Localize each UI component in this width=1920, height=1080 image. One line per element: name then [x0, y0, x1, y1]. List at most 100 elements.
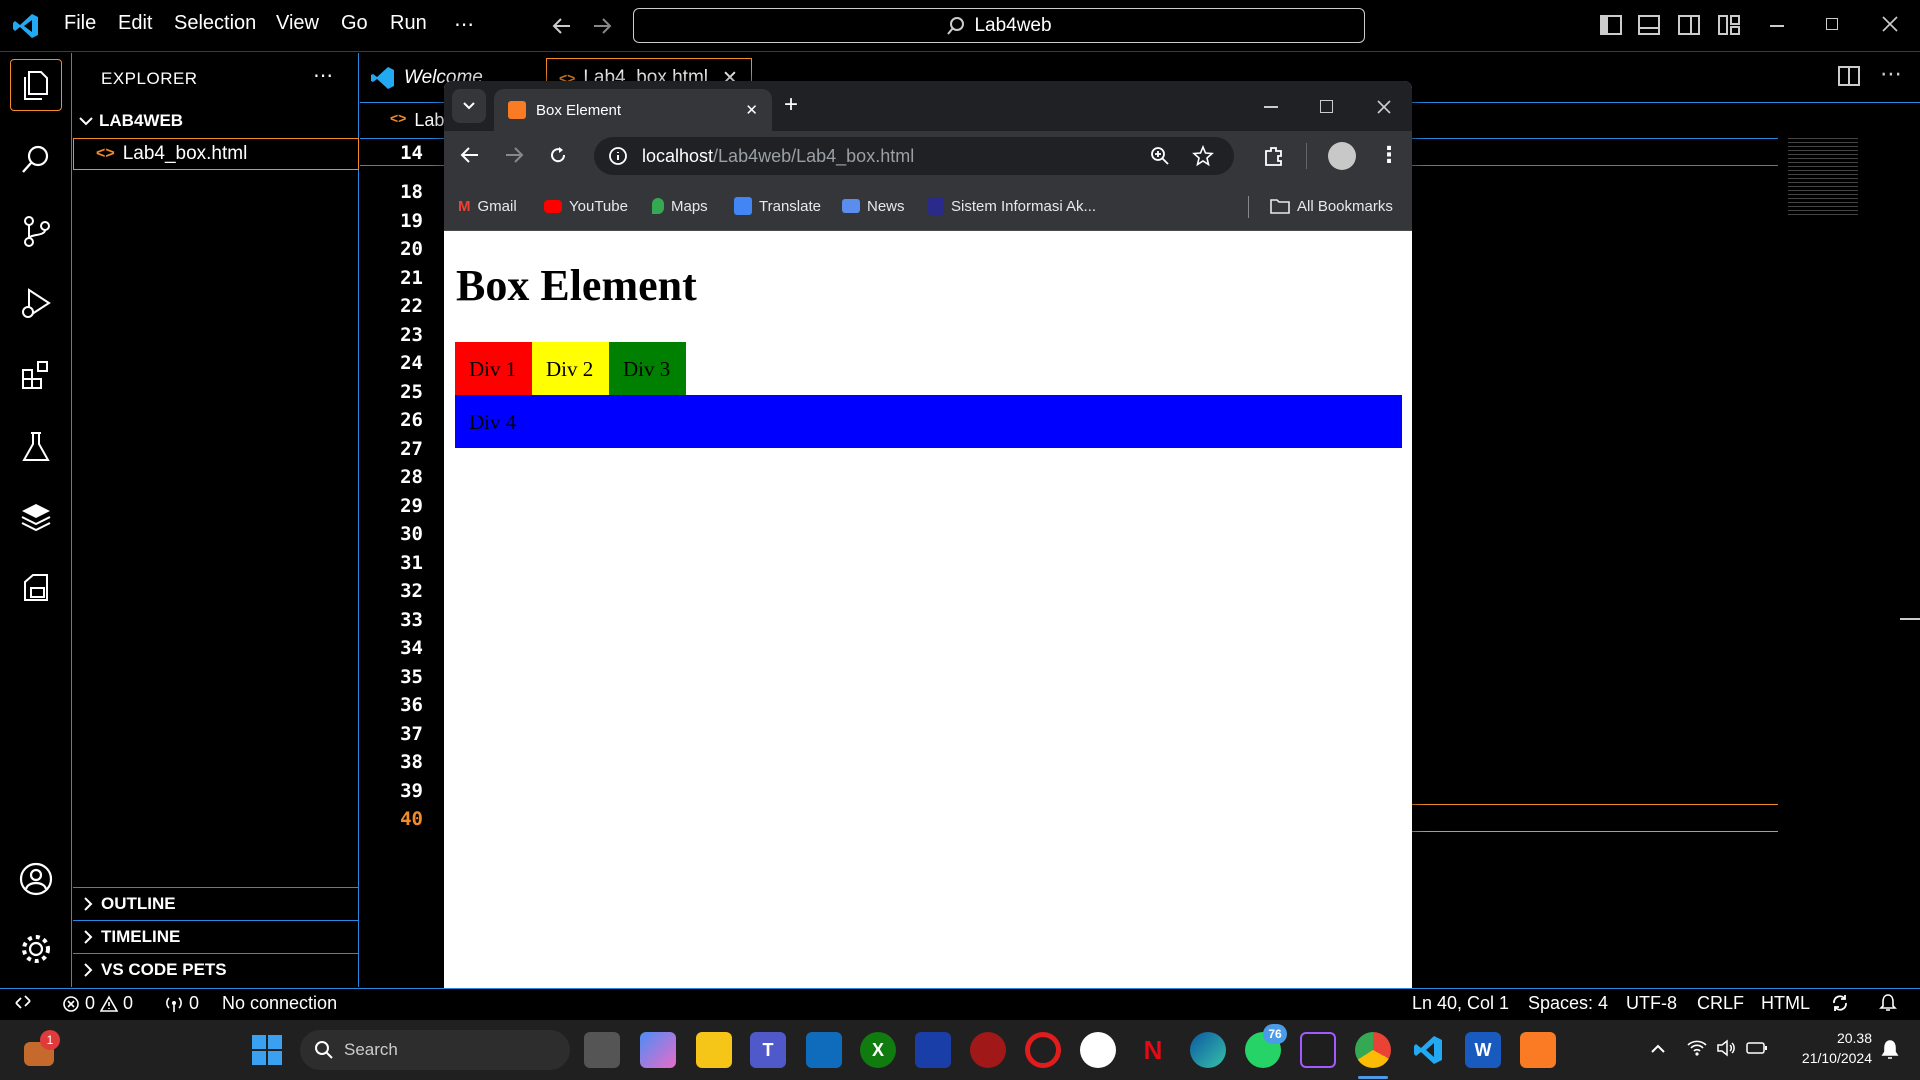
show-hidden-icons[interactable] [1650, 1042, 1666, 1054]
customize-layout-icon[interactable] [1718, 14, 1740, 36]
back-arrow-icon[interactable] [460, 145, 480, 165]
windows-start-icon[interactable] [252, 1035, 282, 1065]
bookmark-news[interactable]: News [842, 181, 905, 231]
toggle-secondary-sidebar-icon[interactable] [1678, 14, 1700, 36]
language-mode[interactable]: HTML [1761, 993, 1810, 1014]
chrome-menu-icon[interactable]: ⋮ [1378, 141, 1400, 169]
timeline-section[interactable]: TIMELINE [73, 920, 359, 952]
bookmark-star-icon[interactable] [1192, 145, 1214, 167]
menu-go[interactable]: Go [341, 12, 368, 35]
remote-indicator-icon[interactable] [14, 993, 32, 1011]
copilot-icon[interactable] [640, 1032, 676, 1068]
command-center[interactable]: Lab4web [633, 8, 1365, 43]
explorer-icon[interactable] [10, 59, 62, 111]
bookmark-gmail[interactable]: M Gmail [458, 181, 517, 231]
cursor-position[interactable]: Ln 40, Col 1 [1412, 993, 1509, 1014]
source-control-icon[interactable] [10, 205, 62, 257]
indentation[interactable]: Spaces: 4 [1528, 993, 1608, 1014]
site-info-icon[interactable] [608, 146, 628, 166]
menu-edit[interactable]: Edit [118, 12, 152, 35]
reload-icon[interactable] [548, 145, 568, 165]
whatsapp-web-icon[interactable] [1080, 1032, 1116, 1068]
forward-arrow-icon[interactable] [504, 145, 524, 165]
folder-header[interactable]: LAB4WEB [79, 111, 183, 131]
toggle-panel-icon[interactable] [1638, 14, 1660, 36]
menu-selection[interactable]: Selection [174, 12, 256, 35]
extensions-icon[interactable] [10, 349, 62, 401]
menu-more[interactable]: ⋯ [454, 12, 474, 37]
xbox-icon[interactable]: X [860, 1032, 896, 1068]
notification-center-icon[interactable] [1880, 1039, 1900, 1061]
file-explorer-icon[interactable] [696, 1032, 732, 1068]
tab-search-button[interactable] [452, 89, 486, 123]
back-arrow-icon[interactable] [550, 14, 574, 38]
run-debug-icon[interactable] [10, 277, 62, 329]
remote-explorer-icon[interactable] [10, 561, 62, 613]
widgets-weather-icon[interactable]: 1 [24, 1030, 60, 1068]
ports-indicator[interactable]: 0 [164, 993, 199, 1014]
accounts-icon[interactable] [10, 853, 62, 905]
task-view-icon[interactable] [584, 1032, 620, 1068]
profile-avatar[interactable] [1328, 142, 1356, 170]
notifications-bell-icon[interactable] [1878, 993, 1898, 1013]
split-editor-icon[interactable] [1838, 65, 1860, 87]
menu-file[interactable]: File [64, 12, 96, 35]
close-icon[interactable] [1880, 14, 1900, 34]
file-item[interactable]: <> Lab4_box.html [73, 138, 359, 170]
editor-more-icon[interactable]: ⋯ [1880, 61, 1902, 87]
edge-icon[interactable] [1190, 1032, 1226, 1068]
new-tab-icon[interactable]: + [784, 91, 798, 119]
ladybug-app-icon[interactable] [970, 1032, 1006, 1068]
app-icon[interactable] [915, 1032, 951, 1068]
maximize-icon[interactable] [1320, 100, 1333, 113]
bookmark-translate[interactable]: Translate [734, 181, 821, 231]
scrollbar-indicator[interactable] [1900, 618, 1920, 620]
menu-run[interactable]: Run [390, 12, 427, 35]
minimize-icon[interactable] [1770, 25, 1784, 27]
chrome-tab-active[interactable]: Box Element ✕ [494, 89, 772, 131]
taskbar-search[interactable]: Search [300, 1030, 570, 1070]
vscode-icon[interactable] [1410, 1032, 1446, 1068]
chrome-icon[interactable] [1355, 1032, 1391, 1068]
connection-status[interactable]: No connection [222, 993, 337, 1014]
close-icon[interactable] [1376, 99, 1392, 115]
explorer-more-icon[interactable]: ⋯ [313, 63, 333, 88]
extensions-puzzle-icon[interactable] [1262, 144, 1286, 168]
figma-icon[interactable] [1300, 1032, 1336, 1068]
word-icon[interactable]: W [1465, 1032, 1501, 1068]
zoom-icon[interactable] [1150, 146, 1170, 166]
sync-icon[interactable] [1830, 993, 1850, 1013]
menu-view[interactable]: View [276, 12, 319, 35]
bookmark-sistem-informasi[interactable]: Sistem Informasi Ak... [928, 181, 1096, 231]
xampp-icon[interactable] [1520, 1032, 1556, 1068]
outline-section[interactable]: OUTLINE [73, 887, 359, 919]
teams-icon[interactable]: T [750, 1032, 786, 1068]
whatsapp-icon[interactable]: 76 [1245, 1024, 1287, 1068]
problems-indicator[interactable]: 0 0 [62, 993, 133, 1014]
volume-icon[interactable] [1716, 1038, 1738, 1058]
microsoft-store-icon[interactable] [806, 1032, 842, 1068]
minimize-icon[interactable] [1264, 106, 1278, 108]
forward-arrow-icon[interactable] [590, 14, 614, 38]
minimap[interactable] [1788, 138, 1858, 218]
clock[interactable]: 20.38 21/10/2024 [1780, 1028, 1872, 1068]
all-bookmarks[interactable]: All Bookmarks [1270, 181, 1393, 231]
restore-icon[interactable] [1826, 18, 1838, 30]
toggle-primary-sidebar-icon[interactable] [1600, 14, 1622, 36]
battery-icon[interactable] [1746, 1040, 1768, 1056]
tab-close-icon[interactable]: ✕ [745, 101, 758, 119]
breadcrumb-item[interactable]: <> Lab [390, 110, 444, 131]
layers-icon[interactable] [10, 491, 62, 543]
settings-gear-icon[interactable] [10, 923, 62, 975]
bookmark-maps[interactable]: Maps [652, 181, 708, 231]
encoding[interactable]: UTF-8 [1626, 993, 1677, 1014]
vscode-pets-section[interactable]: VS CODE PETS [73, 953, 359, 985]
opera-icon[interactable] [1025, 1032, 1061, 1068]
bookmark-youtube[interactable]: YouTube [544, 181, 628, 231]
testing-icon[interactable] [10, 421, 62, 473]
search-icon[interactable] [10, 133, 62, 185]
wifi-icon[interactable] [1686, 1038, 1708, 1058]
line-ending[interactable]: CRLF [1697, 993, 1744, 1014]
netflix-icon[interactable]: N [1135, 1032, 1171, 1068]
address-bar[interactable]: localhost/Lab4web/Lab4_box.html [594, 137, 1234, 175]
